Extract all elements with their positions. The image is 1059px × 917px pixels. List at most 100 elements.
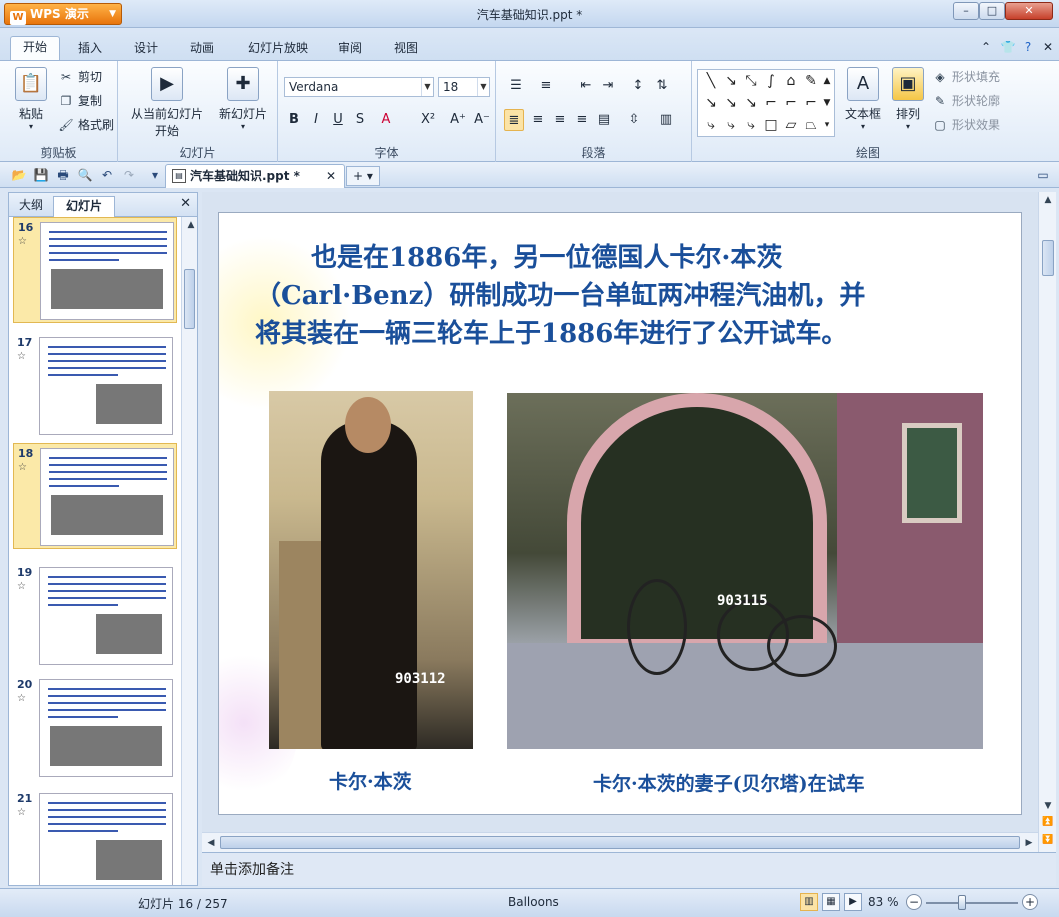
font-color-button[interactable]: A bbox=[376, 109, 396, 131]
gallery-down-icon[interactable]: ▼ bbox=[820, 94, 834, 112]
zoom-out-icon[interactable]: − bbox=[906, 894, 922, 910]
shape-effect-button[interactable]: ▢ 形状效果 bbox=[932, 115, 1000, 135]
scribble-shape-icon[interactable]: ✎ bbox=[802, 72, 820, 90]
font-family-select[interactable]: Verdana ▼ bbox=[284, 77, 434, 97]
decrease-indent-icon[interactable]: ⇤ bbox=[576, 75, 596, 97]
gallery-up-icon[interactable]: ▲ bbox=[820, 72, 834, 90]
shape-fill-button[interactable]: ◈ 形状填充 bbox=[932, 67, 1000, 87]
normal-view-icon[interactable]: ▥ bbox=[800, 893, 818, 911]
grow-font-button[interactable]: A⁺ bbox=[448, 109, 468, 131]
curve-shape-icon[interactable]: ∫ bbox=[762, 72, 780, 90]
close-window-button[interactable]: ✕ bbox=[1005, 2, 1053, 20]
tab-view[interactable]: 视图 bbox=[384, 38, 428, 60]
open-folder-icon[interactable]: 📂 bbox=[10, 166, 28, 184]
double-arrow-shape-icon[interactable]: ⤡ bbox=[742, 72, 760, 90]
close-tab-icon[interactable]: ✕ bbox=[326, 165, 336, 187]
close-panel-icon[interactable]: ✕ bbox=[180, 196, 191, 211]
scroll-up-icon[interactable]: ▲ bbox=[182, 217, 200, 233]
copy-button[interactable]: ❐ 复制 bbox=[58, 91, 102, 111]
align-center-icon[interactable]: ≡ bbox=[528, 109, 548, 131]
shape-outline-button[interactable]: ✎ 形状轮廓 bbox=[932, 91, 1000, 111]
zoom-slider-thumb[interactable] bbox=[958, 895, 966, 910]
connector-double-icon[interactable]: ⌐ bbox=[802, 94, 820, 112]
slideshow-view-icon[interactable]: ▶ bbox=[844, 893, 862, 911]
distribute-icon[interactable]: ▤ bbox=[594, 109, 614, 131]
maximize-button[interactable]: □ bbox=[979, 2, 1005, 20]
increase-indent-icon[interactable]: ⇥ bbox=[598, 75, 618, 97]
up-arrow-icon[interactable]: ⌃ bbox=[978, 39, 994, 55]
close-small-icon[interactable]: ✕ bbox=[1040, 39, 1056, 55]
next-slide-icon[interactable]: ⏬ bbox=[1039, 832, 1057, 848]
connector-arrow-icon[interactable]: ⌐ bbox=[782, 94, 800, 112]
tab-insert[interactable]: 插入 bbox=[68, 38, 112, 60]
tab-home[interactable]: 开始 bbox=[10, 36, 60, 60]
arrow-shape-icon[interactable]: ↘ bbox=[722, 72, 740, 90]
line-shape-icon[interactable]: ╲ bbox=[702, 72, 720, 90]
shrink-font-button[interactable]: A⁻ bbox=[472, 109, 492, 131]
tab-review[interactable]: 审阅 bbox=[328, 38, 372, 60]
scroll-thumb[interactable] bbox=[220, 836, 1020, 849]
print-icon[interactable]: 🖶 bbox=[54, 166, 72, 184]
slide-sorter-icon[interactable]: ▦ bbox=[822, 893, 840, 911]
minimize-button[interactable]: – bbox=[953, 2, 979, 20]
text-direction-icon[interactable]: ⇅ bbox=[652, 75, 672, 97]
undo-icon[interactable]: ↶ bbox=[98, 166, 116, 184]
slide-thumbnail[interactable]: 18 ☆ bbox=[13, 443, 177, 549]
paste-button[interactable]: 📋 粘贴 ▾ bbox=[8, 67, 54, 131]
curved-connector-icon[interactable]: ⤷ bbox=[702, 116, 720, 134]
connector-icon[interactable]: ⌐ bbox=[762, 94, 780, 112]
document-tab[interactable]: ▤ 汽车基础知识.ppt * ✕ bbox=[165, 164, 345, 188]
slide-thumbnail[interactable]: 19 ☆ bbox=[13, 563, 177, 669]
shapes-gallery[interactable]: ╲ ↘ ⤡ ∫ ⌂ ✎ ↘ ↘ ↘ ⌐ ⌐ ⌐ ⤷ ⤷ ⤷ □ ▱ ⏢ ▲ ▼ … bbox=[697, 69, 835, 137]
curved-arrow-icon[interactable]: ⤷ bbox=[722, 116, 740, 134]
elbow-connector-icon[interactable]: ↘ bbox=[702, 94, 720, 112]
previous-slide-icon[interactable]: ⏫ bbox=[1039, 814, 1057, 830]
slide-thumbnail[interactable]: 21 ☆ bbox=[13, 789, 177, 885]
print-preview-icon[interactable]: 🔍 bbox=[76, 166, 94, 184]
tab-design[interactable]: 设计 bbox=[124, 38, 168, 60]
bullets-icon[interactable]: ☰ bbox=[506, 75, 526, 97]
italic-button[interactable]: I bbox=[306, 109, 326, 131]
slide-scrollbar[interactable]: ▲ ▼ ⏫ ⏬ bbox=[1038, 192, 1056, 852]
scroll-down-icon[interactable]: ▼ bbox=[1039, 798, 1057, 814]
skin-icon[interactable]: 👕 bbox=[1000, 39, 1016, 55]
rectangle-shape-icon[interactable]: □ bbox=[762, 116, 780, 134]
scroll-thumb[interactable] bbox=[184, 269, 195, 329]
scroll-right-icon[interactable]: ▶ bbox=[1020, 835, 1038, 851]
tab-slides[interactable]: 幻灯片 bbox=[53, 196, 115, 217]
slide-thumbnail[interactable]: 17 ☆ bbox=[13, 333, 177, 439]
redo-icon[interactable]: ↷ bbox=[120, 166, 138, 184]
zoom-in-icon[interactable]: + bbox=[1022, 894, 1038, 910]
slide-thumbnail[interactable]: 20 ☆ bbox=[13, 675, 177, 781]
underline-button[interactable]: U bbox=[328, 109, 348, 131]
columns-icon[interactable]: ▥ bbox=[656, 109, 676, 131]
align-left-button[interactable]: ≣ bbox=[504, 109, 524, 131]
superscript-button[interactable]: X² bbox=[418, 109, 438, 131]
thumbnail-scrollbar[interactable]: ▲ bbox=[181, 217, 197, 885]
align-right-icon[interactable]: ≡ bbox=[550, 109, 570, 131]
slide-text[interactable]: 也是在1886年，另一位德国人卡尔·本茨 （Carl·Benz）研制成功一台单缸… bbox=[255, 239, 995, 353]
format-painter-button[interactable]: 🖌 格式刷 bbox=[58, 115, 114, 135]
arrange-button[interactable]: ▣ 排列 ▾ bbox=[888, 67, 928, 131]
slide-thumbnail[interactable]: 16 ☆ bbox=[13, 217, 177, 323]
save-icon[interactable]: 💾 bbox=[32, 166, 50, 184]
gallery-more-icon[interactable]: ▾ bbox=[820, 116, 834, 134]
trapezoid-shape-icon[interactable]: ⏢ bbox=[802, 116, 820, 134]
numbering-icon[interactable]: ≡ bbox=[536, 75, 556, 97]
customize-toolbar-icon[interactable]: ▾ bbox=[146, 166, 164, 184]
tab-animation[interactable]: 动画 bbox=[180, 38, 224, 60]
portrait-photo[interactable]: 903112 bbox=[269, 391, 473, 749]
freeform-shape-icon[interactable]: ⌂ bbox=[782, 72, 800, 90]
panel-toggle-icon[interactable]: ▭ bbox=[1034, 166, 1052, 184]
tab-outline[interactable]: 大纲 bbox=[13, 196, 49, 217]
scroll-left-icon[interactable]: ◀ bbox=[202, 835, 220, 851]
shadow-button[interactable]: S bbox=[350, 109, 370, 131]
font-size-select[interactable]: 18 ▼ bbox=[438, 77, 490, 97]
zoom-track[interactable] bbox=[926, 902, 1018, 904]
tab-slideshow[interactable]: 幻灯片放映 bbox=[236, 38, 320, 60]
elbow-double-arrow-icon[interactable]: ↘ bbox=[742, 94, 760, 112]
notes-pane[interactable]: 单击添加备注 bbox=[202, 852, 1056, 886]
line-spacing-icon[interactable]: ↕ bbox=[628, 75, 648, 97]
test-drive-photo[interactable]: 903115 bbox=[507, 393, 983, 749]
justify-icon[interactable]: ≡ bbox=[572, 109, 592, 131]
